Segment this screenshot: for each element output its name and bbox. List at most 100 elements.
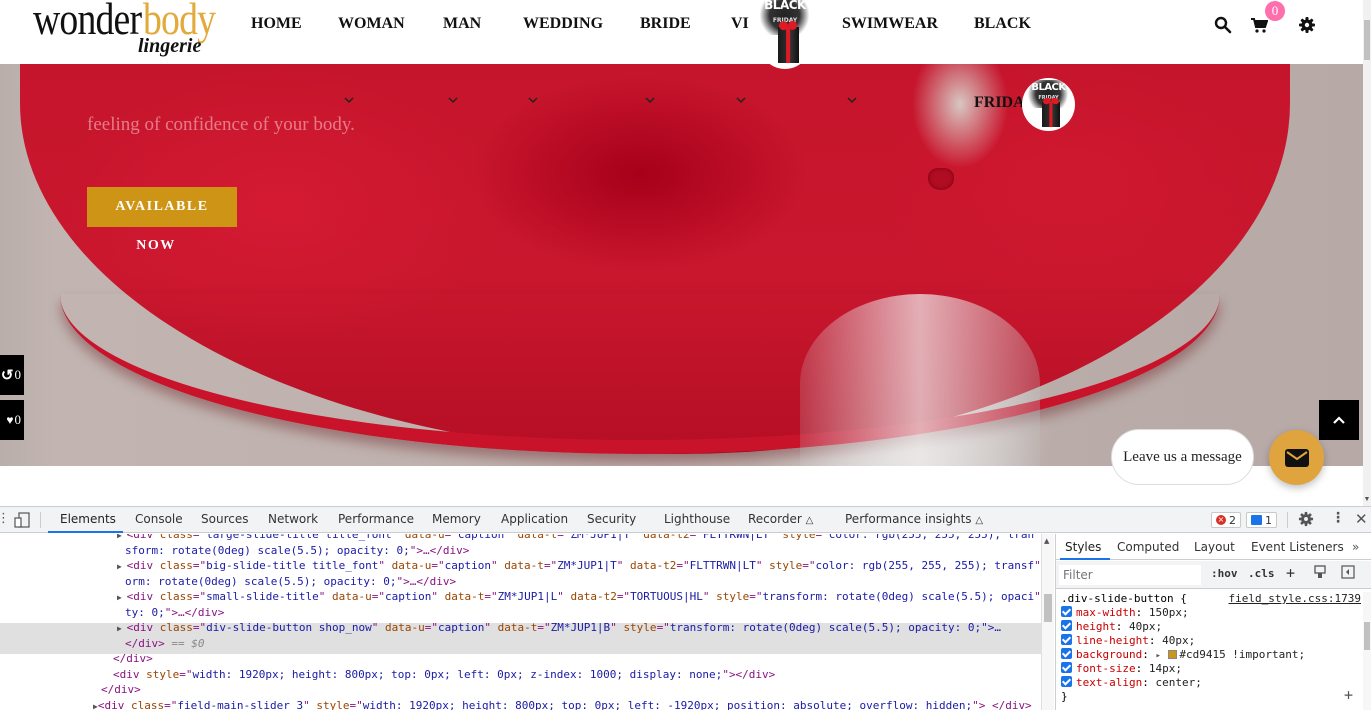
dom-node[interactable]: ▶ <div class="div-slide-button shop_now"… [117, 620, 1001, 636]
wishlist-widget[interactable]: ♥ 0 [0, 400, 24, 440]
nav-item-bride[interactable]: BRIDE [640, 15, 691, 33]
dom-node[interactable]: ▶ <div class="big-slide-title title_font… [117, 558, 1041, 574]
message-button[interactable] [1269, 430, 1324, 485]
chevron-down-icon[interactable] [847, 96, 857, 106]
styles-pane: Styles Computed Layout Event Listeners »… [1055, 534, 1371, 710]
error-icon: × [1216, 515, 1226, 525]
chevron-down-icon[interactable] [736, 96, 746, 106]
property-checkbox[interactable] [1061, 620, 1072, 631]
tab-application[interactable]: Application [501, 507, 568, 533]
more-options-icon[interactable]: ⋮ [1331, 510, 1345, 526]
tab-styles[interactable]: Styles [1065, 534, 1101, 560]
new-rule-icon[interactable]: + [1286, 564, 1295, 582]
error-count-badge[interactable]: × 2 [1211, 512, 1241, 528]
tab-performance[interactable]: Performance [338, 507, 414, 533]
css-property[interactable]: font-size: 14px; [1061, 662, 1182, 676]
tab-security[interactable]: Security [587, 507, 636, 533]
message-count-badge[interactable]: 1 [1246, 512, 1277, 528]
tab-recorder[interactable]: Recorder △ [748, 507, 813, 533]
available-now-button[interactable]: AVAILABLE [87, 187, 237, 227]
nav-item-woman[interactable]: WOMAN [338, 15, 405, 33]
page-scrollbar[interactable]: ▼ [1363, 0, 1371, 506]
dom-node-continuation: </div> == $0 [125, 636, 205, 650]
experiment-flask-icon: △ [805, 515, 814, 526]
site-header: wonder body lingerie HOME WOMAN MAN WEDD… [0, 0, 1363, 69]
gift-box-icon [1042, 102, 1061, 127]
property-checkbox[interactable] [1061, 662, 1072, 673]
back-to-top-button[interactable] [1319, 400, 1359, 440]
hover-state-toggle[interactable]: :hov [1211, 567, 1238, 580]
css-property[interactable]: background: ▸ #cd9415 !important; [1061, 648, 1305, 663]
add-property-icon[interactable]: + [1344, 688, 1353, 703]
available-now-button-overflow[interactable]: NOW [87, 236, 225, 256]
property-checkbox[interactable] [1061, 676, 1072, 687]
nav-item-vi[interactable]: VI [731, 15, 749, 33]
devtools-tabbar: ⋮ Elements Console Sources Network Perfo… [0, 507, 1371, 533]
nav-item-man[interactable]: MAN [443, 15, 481, 33]
styles-scrollbar[interactable] [1363, 592, 1371, 710]
css-property[interactable]: line-height: 40px; [1061, 634, 1195, 648]
css-property[interactable]: max-width: 150px; [1061, 606, 1189, 620]
nav-item-home[interactable]: HOME [251, 15, 302, 33]
stylesheet-source-link[interactable]: field_style.css:1739 [1229, 592, 1361, 606]
rule-selector: .div-slide-button { [1061, 592, 1187, 605]
css-property[interactable]: height: 40px; [1061, 620, 1162, 634]
leave-message-label[interactable]: Leave us a message [1111, 429, 1254, 485]
nav-item-swimwear[interactable]: SWIMWEAR [842, 15, 938, 33]
tab-console[interactable]: Console [135, 507, 183, 533]
tab-lighthouse[interactable]: Lighthouse [664, 507, 730, 533]
compare-widget[interactable]: ↺ 0 [0, 355, 24, 395]
devtools-panel: ⋮ Elements Console Sources Network Perfo… [0, 506, 1371, 710]
property-checkbox[interactable] [1061, 648, 1072, 659]
hero-image-bow [928, 168, 954, 190]
css-property[interactable]: text-align: center; [1061, 676, 1202, 690]
logo[interactable]: wonder body lingerie [33, 0, 233, 62]
tab-network[interactable]: Network [268, 507, 318, 533]
settings-gear-icon[interactable] [1298, 511, 1314, 531]
compare-icon: ↺ [0, 367, 14, 384]
black-friday-badge[interactable]: BLACK FRIDAY [1022, 78, 1075, 131]
close-icon[interactable]: ✕ [1355, 510, 1368, 528]
tab-sources[interactable]: Sources [201, 507, 248, 533]
more-tabs-icon[interactable]: » [1352, 534, 1359, 560]
property-checkbox[interactable] [1061, 606, 1072, 617]
tab-computed[interactable]: Computed [1117, 534, 1179, 560]
element-state-icon[interactable] [1313, 565, 1327, 582]
class-toggle[interactable]: .cls [1248, 567, 1275, 580]
property-checkbox[interactable] [1061, 634, 1072, 645]
nav-item-black-friday-overflow[interactable]: FRIDA [974, 94, 1025, 112]
hero-image-stand [800, 294, 1040, 466]
tab-performance-insights[interactable]: Performance insights △ [845, 507, 983, 533]
dom-node[interactable]: </div> [101, 682, 141, 697]
dom-node-continuation: sform: rotate(0deg) scale(5.5); opacity:… [125, 543, 470, 557]
page: feeling of confidence of your body. AVAI… [0, 0, 1371, 710]
cart-icon[interactable] [1250, 16, 1269, 34]
dom-node-continuation: ty: 0;">…</div> [125, 605, 225, 619]
chevron-down-icon[interactable] [528, 96, 538, 106]
nav-item-wedding[interactable]: WEDDING [523, 15, 603, 33]
color-swatch[interactable] [1168, 650, 1178, 659]
dom-node[interactable]: <div style="width: 1920px; height: 800px… [113, 667, 775, 682]
device-toolbar-icon[interactable] [14, 512, 30, 532]
elements-scrollbar[interactable]: ▲ [1041, 534, 1054, 710]
gear-icon[interactable] [1298, 16, 1316, 34]
chevron-down-icon[interactable] [448, 96, 458, 106]
dom-node[interactable]: ▶<div class="field-main-slider 3" style=… [93, 698, 1032, 710]
black-friday-nav-badge[interactable]: BLACK FRIDAY [754, 0, 816, 69]
chevron-up-icon [1333, 416, 1345, 424]
styles-filter-input[interactable] [1059, 565, 1201, 585]
toggle-sidebar-icon[interactable] [1341, 565, 1355, 582]
dom-node[interactable]: </div> [113, 651, 153, 666]
tab-layout[interactable]: Layout [1194, 534, 1235, 560]
nav-item-black-friday[interactable]: BLACK [974, 15, 1031, 33]
tab-elements[interactable]: Elements [60, 507, 116, 533]
tab-memory[interactable]: Memory [432, 507, 481, 533]
elements-dom-tree[interactable]: ▶ <div class="large-slide-title title_fo… [0, 534, 1041, 710]
chevron-down-icon[interactable] [344, 96, 354, 106]
inspect-element-icon[interactable]: ⋮ [0, 511, 10, 526]
search-icon[interactable] [1214, 16, 1232, 34]
tab-event-listeners[interactable]: Event Listeners [1251, 534, 1344, 560]
message-icon [1251, 515, 1262, 525]
dom-node[interactable]: ▶ <div class="small-slide-title" data-u=… [117, 589, 1041, 605]
chevron-down-icon[interactable] [645, 96, 655, 106]
